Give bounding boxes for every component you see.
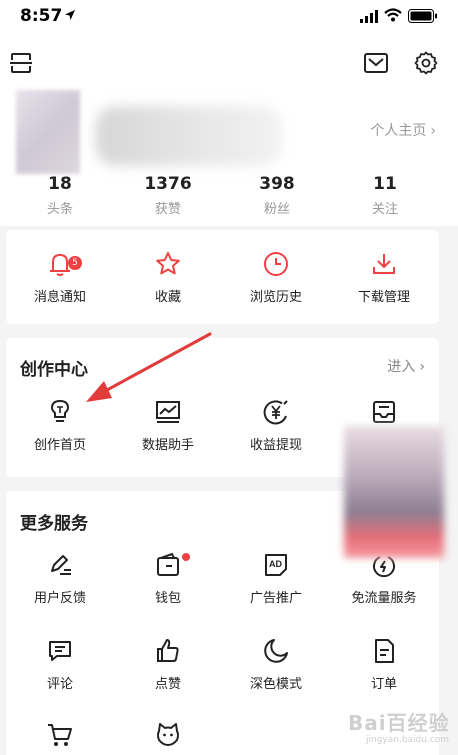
- avatar[interactable]: [16, 90, 80, 174]
- stat-value: 11: [373, 174, 397, 194]
- wifi-icon: [384, 8, 402, 22]
- favorites-button[interactable]: 收藏: [114, 250, 222, 305]
- enter-label: 进入: [387, 359, 416, 375]
- creation-enter-link[interactable]: 进入 ›: [387, 356, 425, 376]
- stat-articles[interactable]: 18 头条: [0, 174, 120, 217]
- stat-label: 粉丝: [263, 202, 290, 217]
- comments-button[interactable]: 评论: [6, 637, 114, 692]
- grid-label: 钱包: [154, 591, 181, 606]
- likes-button[interactable]: 点赞: [114, 637, 222, 692]
- grid-label: 广告推广: [249, 591, 302, 606]
- pencil-icon: [51, 555, 71, 575]
- chevron-right-icon: ›: [419, 359, 425, 375]
- downloads-button[interactable]: 下载管理: [330, 250, 438, 305]
- cat-icon: [157, 723, 179, 746]
- grid-label: 下载管理: [357, 290, 410, 305]
- status-time: 8:57: [20, 6, 63, 26]
- yen-icon: [263, 400, 288, 425]
- feedback-button[interactable]: 用户反馈: [6, 551, 114, 606]
- watermark: Bai百经验 jingyan.baidu.com: [338, 705, 456, 751]
- ad-promotion-button[interactable]: AD 广告推广: [222, 551, 330, 606]
- stat-value: 18: [48, 174, 72, 194]
- wallet-icon: [157, 552, 179, 576]
- grid-label: 深色模式: [249, 677, 302, 692]
- more-services-title: 更多服务: [20, 514, 88, 534]
- order-icon: [375, 639, 394, 663]
- creation-home-button[interactable]: 创作首页: [6, 398, 114, 453]
- homepage-link[interactable]: 个人主页 ›: [370, 120, 436, 140]
- scan-icon[interactable]: [10, 52, 32, 74]
- battery-icon: [408, 9, 437, 23]
- stat-fans[interactable]: 398 粉丝: [217, 174, 337, 217]
- pet-button[interactable]: [114, 721, 222, 749]
- messages-button[interactable]: 5 消息通知: [6, 250, 114, 305]
- cart-icon: [48, 724, 72, 746]
- top-bar: [0, 36, 458, 86]
- grid-label: 创作首页: [33, 438, 86, 453]
- watermark-url: jingyan.baidu.com: [366, 735, 450, 745]
- chart-icon: [156, 401, 180, 423]
- lightbulb-icon: [51, 400, 69, 422]
- stat-value: 1376: [144, 174, 192, 194]
- stat-likes[interactable]: 1376 获赞: [108, 174, 228, 217]
- creation-inbox-button[interactable]: [330, 398, 438, 426]
- grid-label: 评论: [46, 677, 73, 692]
- download-icon: [373, 254, 395, 274]
- data-assistant-button[interactable]: 数据助手: [114, 398, 222, 453]
- wallet-button[interactable]: 钱包: [114, 551, 222, 606]
- quick-actions-card: 5 消息通知 收藏 浏览历史 下载管理: [6, 230, 439, 324]
- earnings-withdraw-button[interactable]: 收益提现: [222, 398, 330, 453]
- svg-text:AD: AD: [269, 559, 282, 569]
- red-dot-indicator: [182, 553, 190, 561]
- grid-label: 点赞: [154, 677, 181, 692]
- history-button[interactable]: 浏览历史: [222, 250, 330, 305]
- stat-label: 获赞: [154, 202, 181, 217]
- stat-label: 头条: [46, 202, 73, 217]
- stat-label: 关注: [371, 202, 398, 217]
- dark-mode-button[interactable]: 深色模式: [222, 637, 330, 692]
- username-blurred: [96, 106, 282, 166]
- ad-icon: AD: [265, 554, 287, 576]
- grid-label: 订单: [370, 677, 397, 692]
- data-saver-button[interactable]: 免流量服务: [330, 551, 438, 606]
- cellular-signal-icon: [360, 10, 378, 23]
- grid-label: 免流量服务: [351, 591, 417, 606]
- status-bar: 8:57: [0, 0, 458, 36]
- grid-label: 用户反馈: [33, 591, 86, 606]
- grid-label: 数据助手: [141, 438, 194, 453]
- homepage-link-label: 个人主页: [370, 123, 427, 139]
- stat-value: 398: [259, 174, 295, 194]
- orders-button[interactable]: 订单: [330, 637, 438, 692]
- grid-label: 收藏: [154, 290, 181, 305]
- grid-label: 消息通知: [33, 290, 86, 305]
- inbox-icon: [373, 401, 395, 423]
- grid-label: 收益提现: [249, 438, 302, 453]
- notification-badge: 5: [68, 256, 82, 270]
- watermark-brand: Bai百经验: [348, 711, 450, 735]
- stats-row: 18 头条 1376 获赞 398 粉丝 11 关注: [0, 174, 458, 218]
- clock-icon: [264, 252, 288, 276]
- grid-label: 浏览历史: [249, 290, 302, 305]
- star-icon: [156, 252, 180, 275]
- chevron-right-icon: ›: [430, 123, 436, 139]
- profile-section: 个人主页 › 18 头条 1376 获赞 398 粉丝 11 关注: [0, 86, 458, 226]
- creation-center-title: 创作中心: [20, 360, 88, 380]
- comment-icon: [49, 641, 71, 661]
- location-arrow-icon: [65, 10, 75, 20]
- mail-icon[interactable]: [364, 53, 388, 73]
- thumbs-up-icon: [157, 639, 179, 662]
- cart-button[interactable]: [6, 721, 114, 749]
- floating-ad-blurred[interactable]: [344, 426, 444, 558]
- stat-following[interactable]: 11 关注: [325, 174, 445, 217]
- settings-gear-icon[interactable]: [414, 51, 438, 75]
- moon-icon: [264, 639, 288, 663]
